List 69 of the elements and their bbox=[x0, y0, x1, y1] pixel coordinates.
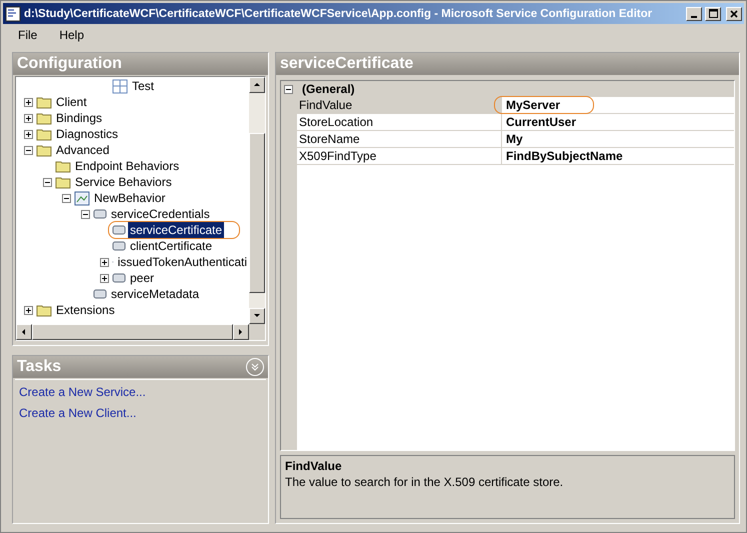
tree-item[interactable]: Test bbox=[130, 78, 156, 94]
property-value[interactable]: MyServer bbox=[502, 97, 734, 113]
panel-header: serviceCertificate bbox=[276, 53, 739, 75]
down-arrow-icon bbox=[253, 312, 261, 320]
property-value[interactable]: My bbox=[502, 131, 734, 147]
expander-icon[interactable] bbox=[284, 84, 293, 94]
expander-icon[interactable] bbox=[100, 274, 109, 282]
close-icon bbox=[730, 10, 738, 18]
scrollbar-corner bbox=[249, 324, 265, 340]
behavior-icon bbox=[74, 190, 90, 206]
expander-icon[interactable] bbox=[81, 210, 90, 218]
expander-icon[interactable] bbox=[62, 194, 71, 202]
folder-icon bbox=[36, 112, 52, 124]
expander-icon[interactable] bbox=[24, 146, 33, 154]
expander-icon[interactable] bbox=[24, 114, 33, 122]
property-value[interactable]: FindBySubjectName bbox=[502, 148, 734, 164]
tree-item[interactable]: serviceCredentials bbox=[109, 206, 212, 222]
tree-item[interactable]: peer bbox=[128, 270, 156, 286]
right-arrow-icon bbox=[237, 328, 245, 336]
expander-icon[interactable] bbox=[24, 306, 33, 314]
description-title: FindValue bbox=[285, 459, 343, 473]
property-value[interactable]: CurrentUser bbox=[502, 114, 734, 130]
close-button[interactable] bbox=[726, 6, 742, 20]
collapse-icon[interactable] bbox=[246, 358, 264, 376]
folder-icon bbox=[36, 96, 52, 108]
expander-icon[interactable] bbox=[100, 258, 109, 266]
tree-item[interactable]: Bindings bbox=[54, 110, 104, 126]
window-title: d:\Study\CertificateWCF\CertificateWCF\CertificateWCFService\App.config - Microsoft Service Configuration Editor bbox=[24, 8, 654, 20]
tree-item[interactable]: Advanced bbox=[54, 142, 112, 158]
tree-item[interactable]: Extensions bbox=[54, 302, 117, 318]
property-name[interactable]: StoreName bbox=[297, 131, 502, 147]
tree-item[interactable]: serviceCertificate bbox=[128, 222, 224, 238]
expander-icon[interactable] bbox=[24, 98, 33, 106]
category-label: (General) bbox=[302, 82, 355, 96]
folder-icon bbox=[36, 128, 52, 140]
expander-icon[interactable] bbox=[43, 178, 52, 186]
folder-icon bbox=[36, 144, 52, 156]
tree-item[interactable]: Diagnostics bbox=[54, 126, 120, 142]
minimize-button[interactable] bbox=[686, 6, 702, 20]
property-name[interactable]: StoreLocation bbox=[297, 114, 502, 130]
property-name[interactable]: X509FindType bbox=[297, 148, 502, 164]
property-name[interactable]: FindValue bbox=[297, 97, 502, 113]
task-link[interactable]: Create a New Service... bbox=[19, 385, 146, 399]
expander-icon[interactable] bbox=[24, 130, 33, 138]
panel-header: Tasks bbox=[17, 358, 62, 376]
scroll-thumb[interactable] bbox=[249, 133, 265, 293]
tree-item[interactable]: Endpoint Behaviors bbox=[73, 158, 182, 174]
menu-item[interactable]: Help bbox=[50, 26, 94, 44]
folder-icon bbox=[55, 160, 71, 172]
tree-item[interactable]: serviceMetadata bbox=[109, 286, 202, 302]
vertical-scrollbar[interactable] bbox=[249, 77, 265, 324]
tree-item[interactable]: Service Behaviors bbox=[73, 174, 174, 190]
task-link[interactable]: Create a New Client... bbox=[19, 406, 136, 420]
description-text: The value to search for in the X.509 certificate store. bbox=[285, 475, 564, 489]
panel-header: Configuration bbox=[13, 53, 268, 75]
minimize-icon bbox=[691, 16, 697, 18]
app-icon bbox=[5, 6, 21, 22]
menu-item[interactable]: File bbox=[9, 26, 46, 44]
maximize-button[interactable] bbox=[705, 6, 721, 20]
maximize-icon bbox=[708, 9, 718, 18]
folder-icon bbox=[36, 304, 52, 316]
grid-icon bbox=[112, 78, 128, 94]
tree-item[interactable]: issuedTokenAuthenticati bbox=[116, 254, 249, 270]
tree-item[interactable]: clientCertificate bbox=[128, 238, 214, 254]
folder-icon bbox=[55, 176, 71, 188]
tree-item[interactable]: Client bbox=[54, 94, 89, 110]
tree-item[interactable]: NewBehavior bbox=[92, 190, 168, 206]
up-arrow-icon bbox=[253, 81, 261, 89]
left-arrow-icon bbox=[20, 328, 28, 336]
